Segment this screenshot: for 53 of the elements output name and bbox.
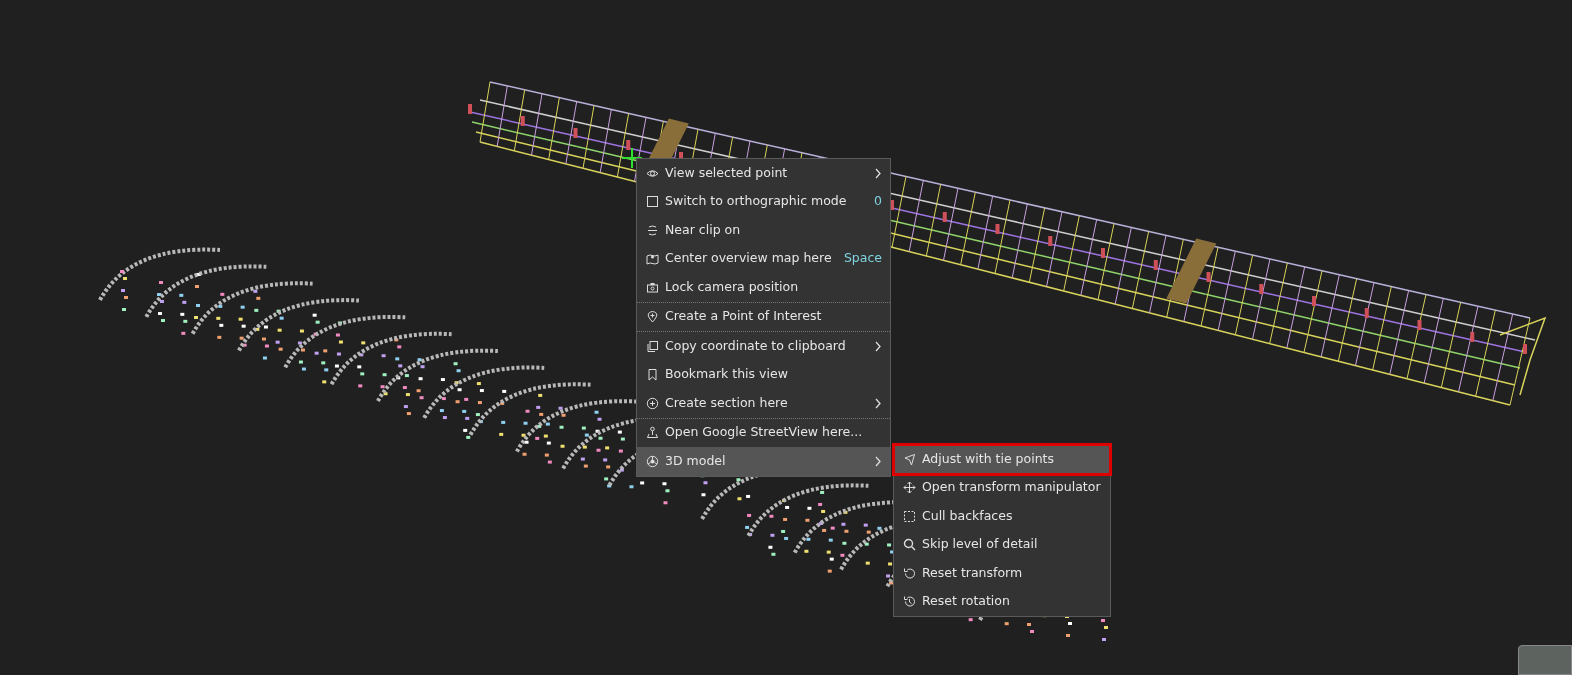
overview-map[interactable] bbox=[1518, 645, 1572, 675]
shortcut-label: 0 bbox=[874, 192, 882, 211]
bookmark-icon bbox=[646, 368, 659, 382]
menu-item[interactable]: Center overview map here Space bbox=[637, 244, 890, 273]
search-icon bbox=[903, 538, 916, 552]
menu-item-label: Copy coordinate to clipboard bbox=[665, 336, 847, 355]
menu-item-label: Adjust with tie points bbox=[922, 449, 1055, 468]
history-icon bbox=[903, 595, 916, 609]
menu-item-label: Create section here bbox=[665, 393, 789, 412]
move-icon bbox=[903, 481, 916, 495]
menu-item[interactable]: Lock camera position bbox=[637, 273, 890, 302]
plus-circle-icon bbox=[646, 396, 659, 410]
circle-icon bbox=[646, 454, 659, 468]
menu-item-label: Open Google StreetView here... bbox=[665, 423, 864, 442]
menu-item-label: Skip level of detail bbox=[922, 535, 1039, 554]
camera-icon bbox=[646, 280, 659, 294]
menu-item[interactable]: View selected point bbox=[637, 159, 890, 188]
undo-icon bbox=[903, 566, 916, 580]
location-pin-icon bbox=[646, 310, 659, 324]
menu-item-label: Create a Point of Interest bbox=[665, 307, 823, 326]
dashed-square-icon bbox=[903, 509, 916, 523]
menu-item-label: Center overview map here bbox=[665, 249, 833, 268]
menu-item-label: Reset transform bbox=[922, 563, 1024, 582]
menu-item[interactable]: Adjust with tie points bbox=[894, 445, 1110, 474]
square-icon bbox=[646, 195, 659, 209]
menu-item-label: Near clip on bbox=[665, 220, 742, 239]
menu-item[interactable]: Open transform manipulator bbox=[894, 473, 1110, 502]
menu-item-label: Bookmark this view bbox=[665, 365, 789, 384]
send-icon bbox=[903, 452, 916, 466]
menu-item[interactable]: Reset rotation bbox=[894, 587, 1110, 616]
person-icon bbox=[646, 426, 659, 440]
menu-item[interactable]: 3D model bbox=[637, 447, 890, 476]
menu-item[interactable]: Near clip on bbox=[637, 216, 890, 245]
crosshair-icon bbox=[621, 147, 643, 169]
menu-item[interactable]: Reset transform bbox=[894, 559, 1110, 588]
menu-item[interactable]: Switch to orthographic mode 0 bbox=[637, 187, 890, 216]
menu-item[interactable]: Cull backfaces bbox=[894, 502, 1110, 531]
menu-item-label: Cull backfaces bbox=[922, 506, 1014, 525]
menu-item[interactable]: Open Google StreetView here... bbox=[637, 418, 890, 447]
menu-item[interactable]: Create section here bbox=[637, 389, 890, 418]
menu-item[interactable]: Create a Point of Interest bbox=[637, 302, 890, 331]
menu-item[interactable]: Skip level of detail bbox=[894, 530, 1110, 559]
menu-item-label: Switch to orthographic mode bbox=[665, 192, 848, 211]
menu-item-label: Lock camera position bbox=[665, 277, 800, 296]
copy-icon bbox=[646, 339, 659, 353]
menu-item-label: Open transform manipulator bbox=[922, 478, 1102, 497]
menu-item-label: Reset rotation bbox=[922, 592, 1011, 611]
menu-item-label: View selected point bbox=[665, 163, 789, 182]
strikethrough-icon bbox=[646, 223, 659, 237]
menu-item-label: 3D model bbox=[665, 451, 727, 470]
menu-item[interactable]: Copy coordinate to clipboard bbox=[637, 332, 890, 361]
shortcut-label: Space bbox=[843, 249, 882, 268]
menu-item[interactable]: Bookmark this view bbox=[637, 360, 890, 389]
